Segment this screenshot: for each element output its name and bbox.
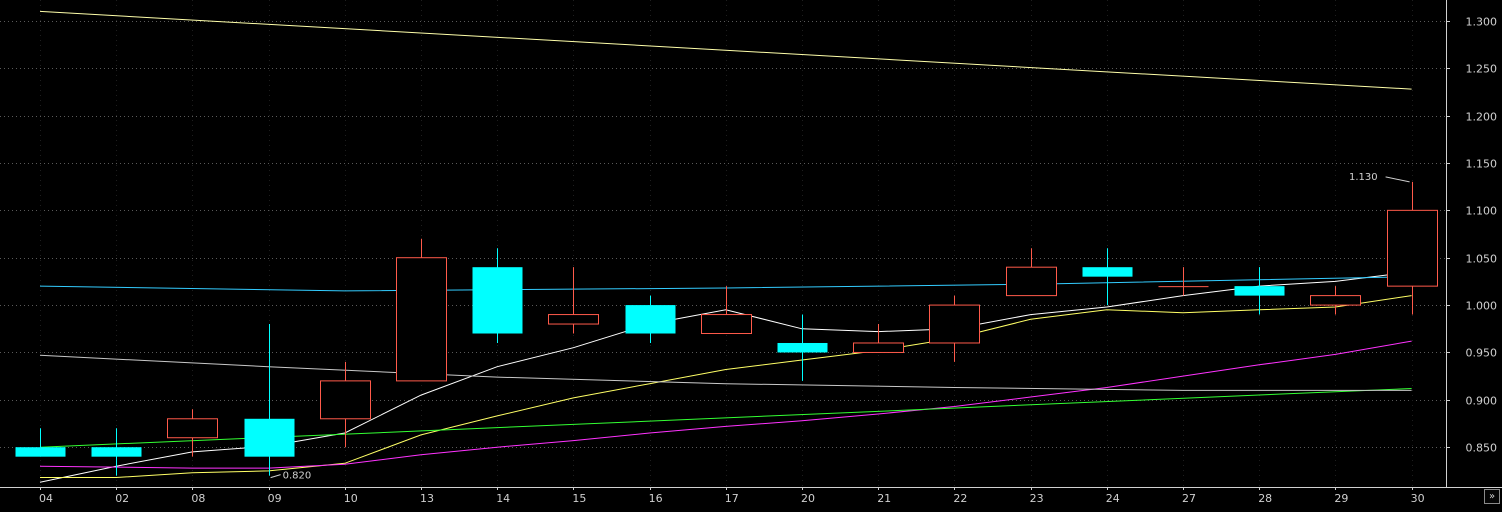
candle-up (1310, 295, 1361, 306)
candlestick-chart: 1.130 0.820 04 02 08 09 10 13 14 15 16 17 20 21 22 23 2… (0, 0, 1502, 505)
candle-down (91, 447, 142, 457)
candle-down (1082, 267, 1133, 277)
candle-up (320, 380, 371, 420)
candle-up (1158, 286, 1209, 288)
candle-up (396, 257, 447, 382)
candle-up (701, 314, 752, 335)
scroll-right-button[interactable]: » (1484, 489, 1500, 504)
x-tick-label: 04 (39, 492, 53, 505)
x-tick-label: 10 (344, 492, 358, 505)
y-tick-label: 1.200 (1466, 111, 1498, 124)
candle-up (1387, 209, 1438, 287)
x-tick-label: 22 (953, 492, 967, 505)
annotation-arrow (270, 474, 281, 479)
x-tick-label: 09 (268, 492, 282, 505)
y-tick-label: 1.300 (1466, 16, 1498, 29)
candle-down (472, 267, 523, 334)
y-tick-label: 1.100 (1466, 205, 1498, 218)
y-tick-label: 0.900 (1466, 395, 1498, 408)
x-tick-label: 20 (801, 492, 815, 505)
x-tick-label: 29 (1334, 492, 1348, 505)
x-tick-label: 13 (420, 492, 434, 505)
candle-up (1006, 266, 1057, 297)
y-tick-label: 0.950 (1466, 347, 1498, 360)
candle-up (548, 314, 599, 325)
y-tick-label: 1.250 (1466, 63, 1498, 76)
y-tick-label: 0.850 (1466, 442, 1498, 455)
candle-down (244, 418, 295, 457)
x-tick-label: 17 (725, 492, 739, 505)
candle-down (1234, 286, 1285, 296)
x-tick-label: 08 (191, 492, 205, 505)
x-tick-label: 27 (1182, 492, 1196, 505)
low-label: 0.820 (283, 471, 312, 482)
high-label: 1.130 (1349, 172, 1378, 183)
candle-up (929, 304, 980, 344)
moving-average-lines (39, 10, 1412, 483)
x-tick-label: 14 (496, 492, 510, 505)
double-chevron-right-icon: » (1488, 491, 1496, 502)
x-tick-label: 02 (115, 492, 129, 505)
x-tick-label: 24 (1106, 492, 1120, 505)
y-tick-label: 1.000 (1466, 300, 1498, 313)
y-tick-label: 1.050 (1466, 253, 1498, 266)
x-tick-label: 28 (1258, 492, 1272, 505)
candle-down (625, 305, 676, 334)
y-axis-labels: 1.300 1.250 1.200 1.150 1.100 1.050 1.000 0.950… (1466, 16, 1498, 455)
annotation-arrow (1385, 176, 1410, 183)
x-tick-label: 23 (1030, 492, 1044, 505)
candle-up (853, 342, 904, 353)
grid-lines (0, 0, 1446, 487)
x-tick-label: 21 (877, 492, 891, 505)
candle-down (15, 447, 66, 457)
ma-line (39, 276, 1412, 292)
x-tick-label: 15 (572, 492, 586, 505)
x-tick-label: 30 (1411, 492, 1425, 505)
candle-down (777, 342, 828, 353)
x-axis-labels: 04 02 08 09 10 13 14 15 16 17 20 21 22 23 24 27 28 29 30 (39, 492, 1425, 505)
candle-up (167, 418, 218, 439)
stock-chart: 1.130 0.820 04 02 08 09 10 13 14 15 16 17 20 21 22 23 2… (0, 0, 1502, 508)
ma-line (39, 10, 1412, 90)
y-tick-label: 1.150 (1466, 158, 1498, 171)
x-tick-label: 16 (649, 492, 663, 505)
